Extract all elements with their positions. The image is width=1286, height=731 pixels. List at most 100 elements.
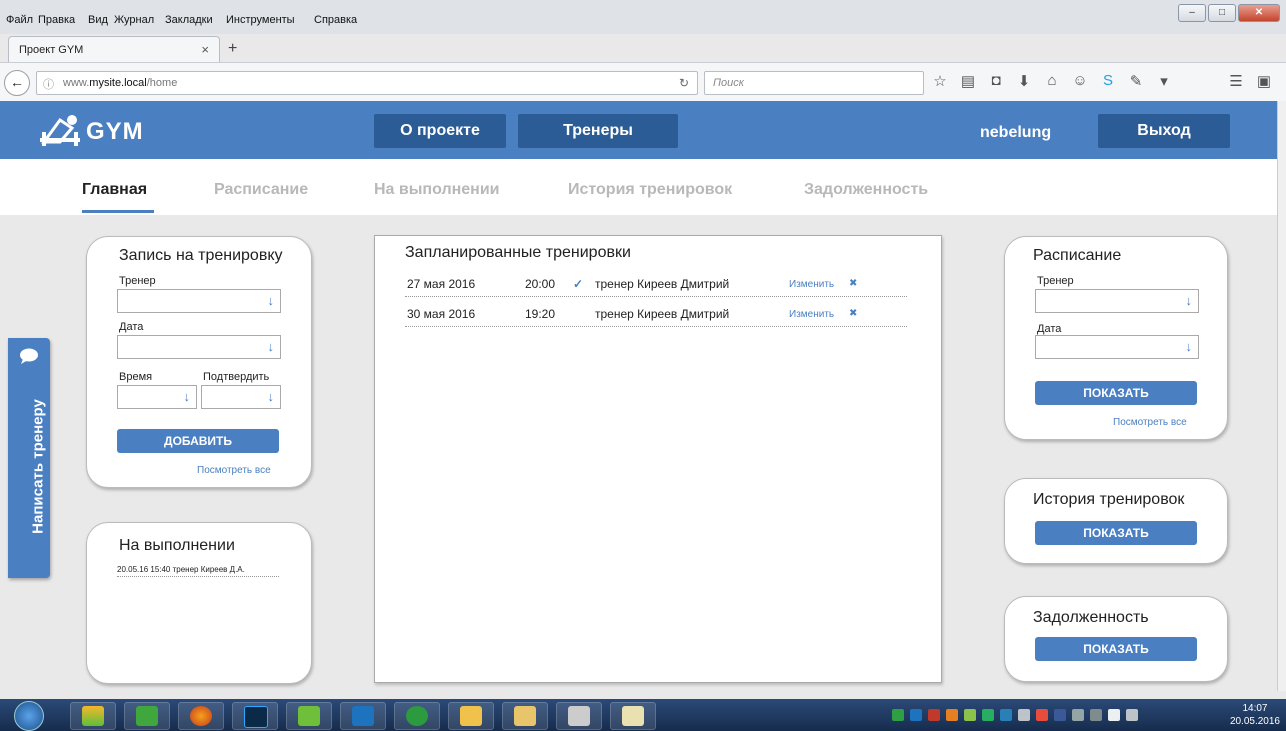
- tray-icon[interactable]: [1072, 709, 1084, 721]
- edit-link[interactable]: Изменить: [789, 309, 834, 320]
- browser-tab[interactable]: Проект GYM ×: [8, 36, 220, 63]
- menu-edit[interactable]: Правка: [38, 14, 75, 26]
- schedule-show-button[interactable]: ПОКАЗАТЬ: [1035, 381, 1197, 405]
- username-link[interactable]: nebelung: [980, 124, 1051, 142]
- volume-icon[interactable]: [1108, 709, 1120, 721]
- taskbar-app-icon[interactable]: [70, 702, 116, 730]
- firefox-icon[interactable]: [178, 702, 224, 730]
- calculator-icon[interactable]: [556, 702, 602, 730]
- home-icon[interactable]: ⌂: [1042, 72, 1062, 89]
- close-icon[interactable]: ✕: [1238, 4, 1280, 22]
- add-button[interactable]: ДОБАВИТЬ: [117, 429, 279, 453]
- page-scrollbar[interactable]: [1277, 101, 1286, 691]
- explorer-icon[interactable]: [502, 702, 548, 730]
- schedule-trainer-select[interactable]: ↓: [1035, 289, 1199, 313]
- tray-icon[interactable]: [928, 709, 940, 721]
- address-bar[interactable]: ⓘ www.mysite.local/home ↻: [36, 71, 698, 95]
- tray-icon[interactable]: [892, 709, 904, 721]
- arrow-down-icon: ↓: [267, 389, 275, 404]
- tray-icon[interactable]: [1000, 709, 1012, 721]
- write-trainer-label: Написать тренеру: [29, 399, 47, 534]
- search-input[interactable]: Поиск: [704, 71, 924, 95]
- minimize-icon[interactable]: –: [1178, 4, 1206, 22]
- planned-title: Запланированные тренировки: [405, 244, 631, 261]
- language-icon[interactable]: [1054, 709, 1066, 721]
- bookmark-star-icon[interactable]: ☆: [930, 72, 950, 90]
- history-show-button[interactable]: ПОКАЗАТЬ: [1035, 521, 1197, 545]
- tray-icon[interactable]: [1018, 709, 1030, 721]
- debt-show-button[interactable]: ПОКАЗАТЬ: [1035, 637, 1197, 661]
- logout-button[interactable]: Выход: [1098, 114, 1230, 148]
- tray-icon[interactable]: [964, 709, 976, 721]
- write-trainer-tab[interactable]: Написать тренеру: [8, 338, 50, 578]
- taskbar-app-icon[interactable]: [286, 702, 332, 730]
- addon-icon[interactable]: ▣: [1254, 72, 1274, 90]
- remove-icon[interactable]: ✖: [849, 308, 857, 319]
- system-clock[interactable]: 14:07 20.05.2016: [1230, 702, 1280, 728]
- tab-home[interactable]: Главная: [82, 181, 147, 199]
- trainer-select[interactable]: ↓: [117, 289, 281, 313]
- menu-bookmarks[interactable]: Закладки: [165, 14, 213, 26]
- table-row[interactable]: 30 мая 2016 19:20 тренер Киреев Дмитрий …: [405, 302, 907, 327]
- hamburger-menu-icon[interactable]: ☰: [1226, 72, 1246, 90]
- editor-icon[interactable]: [610, 702, 656, 730]
- search-placeholder: Поиск: [713, 77, 744, 89]
- trainers-button[interactable]: Тренеры: [518, 114, 678, 148]
- logo-text[interactable]: GYM: [86, 118, 144, 146]
- start-button-icon[interactable]: [14, 701, 44, 731]
- tab-close-icon[interactable]: ×: [201, 42, 209, 57]
- menu-tools[interactable]: Инструменты: [226, 14, 295, 26]
- time-label: Время: [119, 371, 153, 383]
- dropdown-icon[interactable]: ▾: [1154, 72, 1174, 90]
- menu-help[interactable]: Справка: [314, 14, 357, 26]
- mail-agent-icon[interactable]: [394, 702, 440, 730]
- tab-schedule[interactable]: Расписание: [214, 181, 308, 199]
- planned-trainings-panel: Запланированные тренировки 27 мая 2016 2…: [374, 235, 942, 683]
- in-progress-item[interactable]: 20.05.16 15:40 тренер Киреев Д.А.: [117, 565, 279, 577]
- browser-navbar: ← ⓘ www.mysite.local/home ↻ Поиск: [0, 62, 1286, 102]
- taskbar-app-icon[interactable]: [448, 702, 494, 730]
- taskbar-app-icon[interactable]: [124, 702, 170, 730]
- back-icon[interactable]: ←: [4, 70, 30, 96]
- tab-history[interactable]: История тренировок: [568, 181, 732, 199]
- table-row[interactable]: 27 мая 2016 20:00 ✓ тренер Киреев Дмитри…: [405, 272, 907, 297]
- tab-debt[interactable]: Задолженность: [804, 181, 928, 199]
- schedule-date-label: Дата: [1037, 323, 1062, 335]
- maximize-icon[interactable]: □: [1208, 4, 1236, 22]
- browser-menubar: Файл Правка Вид Журнал Закладки Инструме…: [0, 0, 1286, 34]
- debt-title: Задолженность: [1033, 609, 1149, 626]
- time-select[interactable]: ↓: [117, 385, 197, 409]
- skype-icon[interactable]: S: [1098, 72, 1118, 89]
- tray-icon[interactable]: [982, 709, 994, 721]
- tray-icon[interactable]: [946, 709, 958, 721]
- menu-view[interactable]: Вид: [88, 14, 108, 26]
- clock-time: 14:07: [1242, 703, 1268, 714]
- schedule-view-all-link[interactable]: Посмотреть все: [1113, 417, 1187, 428]
- tray-icon[interactable]: [1036, 709, 1048, 721]
- about-button[interactable]: О проекте: [374, 114, 506, 148]
- tray-icon[interactable]: [910, 709, 922, 721]
- network-icon[interactable]: [1090, 709, 1102, 721]
- menu-history[interactable]: Журнал: [114, 14, 154, 26]
- tab-in-progress[interactable]: На выполнении: [374, 181, 500, 199]
- bookmarks-list-icon[interactable]: ▤: [958, 72, 978, 90]
- menu-file[interactable]: Файл: [6, 14, 33, 26]
- date-select[interactable]: ↓: [117, 335, 281, 359]
- reload-icon[interactable]: ↻: [679, 76, 689, 90]
- download-icon[interactable]: ⬇: [1014, 72, 1034, 90]
- chat-icon[interactable]: ☺: [1070, 72, 1090, 89]
- extension-icon[interactable]: ✎: [1126, 72, 1146, 90]
- arrow-down-icon: ↓: [183, 389, 191, 404]
- remove-icon[interactable]: ✖: [849, 278, 857, 289]
- edit-link[interactable]: Изменить: [789, 279, 834, 290]
- view-all-link[interactable]: Посмотреть все: [197, 465, 271, 476]
- confirm-select[interactable]: ↓: [201, 385, 281, 409]
- pocket-icon[interactable]: ◘: [986, 72, 1006, 89]
- tray-icon[interactable]: [1126, 709, 1138, 721]
- info-icon[interactable]: ⓘ: [43, 76, 54, 92]
- media-player-icon[interactable]: [340, 702, 386, 730]
- history-title: История тренировок: [1033, 491, 1185, 508]
- new-tab-icon[interactable]: +: [228, 40, 237, 58]
- schedule-date-select[interactable]: ↓: [1035, 335, 1199, 359]
- photoshop-icon[interactable]: [232, 702, 278, 730]
